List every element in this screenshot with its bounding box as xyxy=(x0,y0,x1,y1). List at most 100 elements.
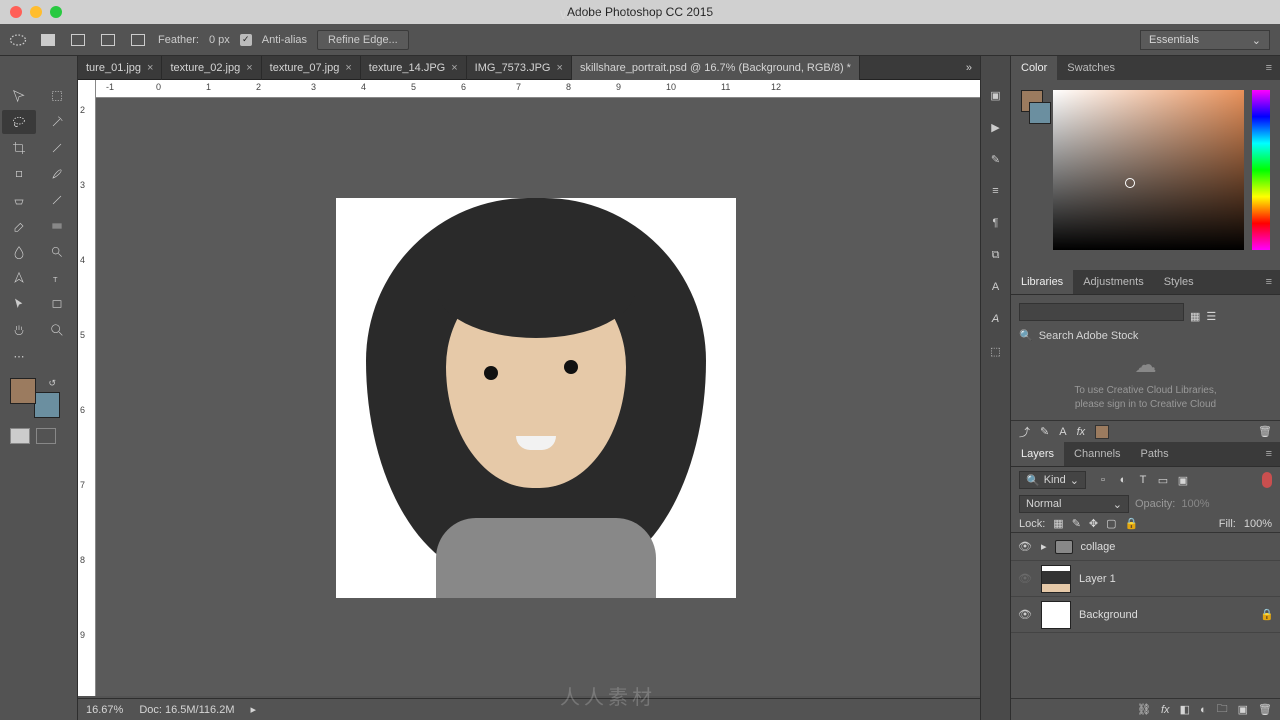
close-icon[interactable]: × xyxy=(451,62,457,74)
crop-tool[interactable] xyxy=(2,136,36,160)
paths-tab[interactable]: Paths xyxy=(1131,442,1179,466)
panel-menu-icon[interactable]: ≡ xyxy=(1258,62,1280,74)
lock-pixels-icon[interactable]: ✎ xyxy=(1072,517,1081,530)
lock-position-icon[interactable]: ✥ xyxy=(1089,517,1098,530)
clone-stamp-tool[interactable] xyxy=(2,188,36,212)
layer-fx-icon[interactable]: fx xyxy=(1161,704,1170,716)
antialias-checkbox[interactable]: ✓ xyxy=(240,34,252,46)
properties-panel-icon[interactable]: ⬚ xyxy=(987,342,1005,360)
ruler-horizontal[interactable]: -1 0 1 2 3 4 5 6 7 8 9 10 11 12 xyxy=(96,80,980,98)
document-tab[interactable]: IMG_7573.JPG× xyxy=(467,56,572,80)
close-icon[interactable]: × xyxy=(246,62,252,74)
filter-adjust-icon[interactable]: ◐ xyxy=(1116,474,1130,487)
layer-mask-icon[interactable]: ◧ xyxy=(1180,703,1190,716)
gradient-tool[interactable] xyxy=(40,214,74,238)
paragraph-panel-icon[interactable]: ¶ xyxy=(987,214,1005,232)
doc-size[interactable]: Doc: 16.5M/116.2M xyxy=(139,704,234,716)
layer-item[interactable]: 👁 Layer 1 xyxy=(1011,561,1280,597)
brush-add-icon[interactable]: ✎ xyxy=(1040,425,1049,438)
filter-kind-dropdown[interactable]: 🔍Kind⌄ xyxy=(1019,471,1086,489)
workspace-switcher[interactable]: Essentials ⌄ xyxy=(1140,30,1270,50)
brush-panel-icon[interactable]: ✎ xyxy=(987,150,1005,168)
layer-name[interactable]: collage xyxy=(1081,541,1116,553)
pen-tool[interactable] xyxy=(2,266,36,290)
trash-icon[interactable]: 🗑 xyxy=(1258,425,1272,438)
visibility-toggle[interactable]: 👁 xyxy=(1017,608,1033,621)
adjustments-tab[interactable]: Adjustments xyxy=(1073,270,1154,294)
dodge-tool[interactable] xyxy=(40,240,74,264)
lasso-tool[interactable] xyxy=(2,110,36,134)
lock-artboard-icon[interactable]: ▢ xyxy=(1106,517,1116,530)
brush-presets-icon[interactable]: ≡ xyxy=(987,182,1005,200)
list-view-icon[interactable]: ☰ xyxy=(1206,310,1216,323)
panel-menu-icon[interactable]: ≡ xyxy=(1258,448,1280,460)
library-dropdown[interactable] xyxy=(1019,303,1184,321)
document-tab-active[interactable]: skillshare_portrait.psd @ 16.7% (Backgro… xyxy=(572,56,860,80)
grid-view-icon[interactable]: ▦ xyxy=(1190,310,1200,323)
close-icon[interactable]: × xyxy=(557,62,563,74)
selection-intersect-icon[interactable] xyxy=(128,30,148,50)
color-tab[interactable]: Color xyxy=(1011,56,1057,80)
blur-tool[interactable] xyxy=(2,240,36,264)
swatches-tab[interactable]: Swatches xyxy=(1057,56,1125,80)
brush-tool[interactable] xyxy=(40,162,74,186)
layer-thumbnail[interactable] xyxy=(1041,565,1071,593)
filter-smart-icon[interactable]: ▣ xyxy=(1176,474,1190,487)
quickmask-mode-icon[interactable] xyxy=(36,428,56,444)
hand-tool[interactable] xyxy=(2,318,36,342)
canvas[interactable] xyxy=(96,98,980,696)
move-tool[interactable] xyxy=(2,84,36,108)
delete-layer-icon[interactable]: 🗑 xyxy=(1258,703,1272,716)
search-placeholder[interactable]: Search Adobe Stock xyxy=(1039,330,1139,342)
zoom-level[interactable]: 16.67% xyxy=(86,704,123,716)
eyedropper-tool[interactable] xyxy=(40,136,74,160)
fill-value[interactable]: 100% xyxy=(1244,518,1272,530)
panel-menu-icon[interactable]: ≡ xyxy=(1258,276,1280,288)
selection-add-icon[interactable] xyxy=(68,30,88,50)
document-tab[interactable]: ture_01.jpg× xyxy=(78,56,162,80)
styles-tab[interactable]: Styles xyxy=(1154,270,1204,294)
document-tab[interactable]: texture_14.JPG× xyxy=(361,56,467,80)
close-icon[interactable]: × xyxy=(147,62,153,74)
color-swatches[interactable]: ↺ xyxy=(10,378,60,418)
more-tools[interactable]: ⋯ xyxy=(2,344,36,368)
layer-item[interactable]: 👁 Background 🔒 xyxy=(1011,597,1280,633)
clone-source-icon[interactable]: ⧉ xyxy=(987,246,1005,264)
active-tool-icon[interactable] xyxy=(8,30,28,50)
fx-icon[interactable]: fx xyxy=(1077,426,1086,438)
background-color-swatch[interactable] xyxy=(34,392,60,418)
panel-bg-swatch[interactable] xyxy=(1029,102,1051,124)
filter-toggle[interactable] xyxy=(1262,472,1272,488)
path-select-tool[interactable] xyxy=(2,292,36,316)
magic-wand-tool[interactable] xyxy=(40,110,74,134)
fill-swatch-icon[interactable] xyxy=(1095,425,1109,439)
layer-name[interactable]: Background xyxy=(1079,609,1138,621)
character-panel-icon[interactable]: A xyxy=(987,278,1005,296)
new-layer-icon[interactable]: ▣ xyxy=(1238,703,1248,716)
spot-heal-tool[interactable] xyxy=(2,162,36,186)
selection-subtract-icon[interactable] xyxy=(98,30,118,50)
visibility-toggle[interactable]: 👁 xyxy=(1017,572,1033,585)
history-brush-tool[interactable] xyxy=(40,188,74,212)
char-style-icon[interactable]: A xyxy=(1059,426,1066,438)
layer-name[interactable]: Layer 1 xyxy=(1079,573,1116,585)
ruler-vertical[interactable]: 2 3 4 5 6 7 8 9 xyxy=(78,80,96,696)
glyphs-panel-icon[interactable]: A xyxy=(987,310,1005,328)
filter-pixel-icon[interactable]: ▫ xyxy=(1096,474,1110,487)
opacity-value[interactable]: 100% xyxy=(1181,498,1209,510)
document-tab[interactable]: texture_07.jpg× xyxy=(262,56,361,80)
layer-thumbnail[interactable] xyxy=(1041,601,1071,629)
zoom-tool[interactable] xyxy=(40,318,74,342)
filter-type-icon[interactable]: T xyxy=(1136,474,1150,487)
libraries-tab[interactable]: Libraries xyxy=(1011,270,1073,294)
upload-icon[interactable]: ⤴ xyxy=(1019,424,1030,440)
rect-marquee-tool[interactable] xyxy=(40,84,74,108)
link-layers-icon[interactable]: ⛓ xyxy=(1137,703,1151,716)
layer-group[interactable]: 👁 ▸ collage xyxy=(1011,533,1280,561)
lock-transparency-icon[interactable]: ▦ xyxy=(1053,517,1063,530)
feather-value[interactable]: 0 px xyxy=(209,34,230,46)
hue-slider[interactable] xyxy=(1252,90,1270,250)
lock-all-icon[interactable]: 🔒 xyxy=(1125,517,1139,530)
eraser-tool[interactable] xyxy=(2,214,36,238)
document-tab[interactable]: texture_02.jpg× xyxy=(162,56,261,80)
